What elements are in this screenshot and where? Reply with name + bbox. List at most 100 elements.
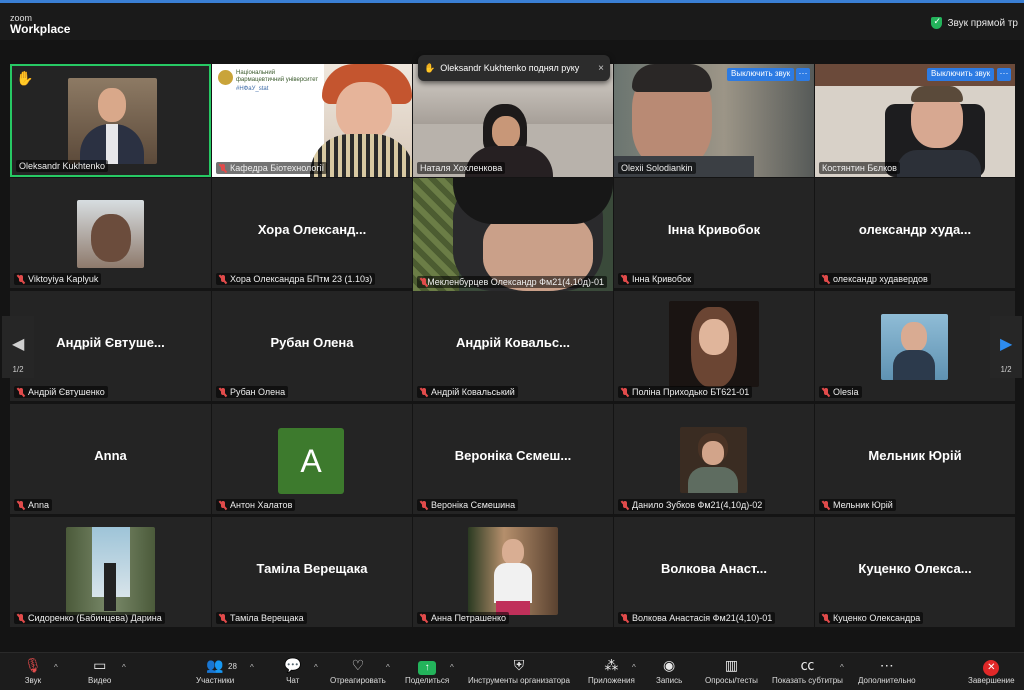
chat-label: Чат (286, 676, 300, 685)
video-camera-icon: ▭ (93, 657, 107, 673)
share-screen-icon: ↑ (405, 657, 449, 675)
host-tools-button[interactable]: ⛨ Инструменты организатора (468, 657, 570, 685)
audio-button[interactable]: 🎙 Звук (24, 657, 42, 685)
video-tile[interactable]: Данило Зубков Фм21(4,10д)-02 (614, 404, 814, 514)
video-tile[interactable]: Мельник Юрій Мельник Юрій (815, 404, 1015, 514)
chevron-up-icon[interactable]: ^ (386, 663, 390, 672)
video-tile[interactable]: Выключить звук ··· Olexii Solodiankin (614, 64, 814, 177)
video-tile[interactable]: Анна Петрашенко (413, 517, 613, 627)
polls-button[interactable]: ▥ Опросы/тесты (705, 657, 758, 685)
next-page-button[interactable]: ▶ 1/2 (990, 316, 1022, 378)
participant-name: Волкова Анастасія Фм21(4,10)-01 (618, 612, 776, 624)
audio-label: Звук (24, 676, 42, 685)
participant-photo (881, 314, 948, 380)
bar-chart-icon: ▥ (724, 657, 739, 673)
participant-display-name: Мельник Юрій (868, 448, 962, 463)
participant-display-name: Андрій Ковальс... (456, 335, 570, 350)
video-tile[interactable]: Інна Кривобок Інна Кривобок (614, 178, 814, 288)
mic-muted-icon (219, 613, 227, 623)
participant-display-name: Андрій Євтуше... (56, 335, 165, 350)
polls-label: Опросы/тесты (705, 676, 758, 685)
participant-display-name: Хора Олександ... (257, 222, 367, 237)
mute-participant-button[interactable]: Выключить звук (927, 68, 995, 81)
video-tile[interactable]: ✋ Oleksandr Kukhtenko (10, 64, 211, 177)
raised-hand-icon: ✋ (16, 70, 34, 86)
participant-name: Інна Кривобок (618, 273, 695, 285)
end-meeting-button[interactable]: ✕ Завершение (968, 657, 1015, 685)
mic-muted-icon (17, 387, 25, 397)
video-label: Видео (88, 676, 112, 685)
previous-page-button[interactable]: ◀ 1/2 (2, 316, 34, 378)
chat-button[interactable]: 💬 Чат (284, 657, 301, 685)
chevron-up-icon[interactable]: ^ (250, 663, 254, 672)
video-tile[interactable]: Сидоренко (Бабинцева) Дарина (10, 517, 211, 627)
audio-status[interactable]: Звук прямой тр (931, 16, 1018, 29)
shared-slide-video: Національний фармацевтичний університет … (212, 64, 412, 177)
participant-photo (66, 527, 155, 615)
mic-muted-icon (621, 387, 629, 397)
chevron-up-icon[interactable]: ^ (840, 663, 844, 672)
record-icon: ◉ (663, 657, 676, 673)
video-tile[interactable]: Вероніка Сємеш... Вероніка Сємешина (413, 404, 613, 514)
participant-name: Наталя Хохленкова (417, 162, 506, 174)
chevron-up-icon[interactable]: ^ (632, 663, 636, 672)
participant-name: Таміла Верещака (216, 612, 307, 624)
video-tile[interactable]: Андрій Євтуше... Андрій Євтушенко (10, 291, 211, 401)
record-button[interactable]: ◉ Запись (656, 657, 682, 685)
chevron-right-icon: ▶ (1000, 336, 1013, 353)
page-indicator: 1/2 (1000, 365, 1012, 374)
video-tile[interactable]: Выключить звук ··· Костянтин Бєлков (815, 64, 1015, 177)
video-tile[interactable]: Anna Anna (10, 404, 211, 514)
mic-muted-icon (420, 387, 428, 397)
more-button[interactable]: ⋯ Дополнительно (858, 657, 916, 685)
video-tile[interactable]: Хора Олександ... Хора Олександра БПтм 23… (212, 178, 412, 288)
chevron-up-icon[interactable]: ^ (54, 663, 58, 672)
mic-muted-icon: 🎙 (24, 657, 42, 673)
participant-name: Oleksandr Kukhtenko (16, 160, 109, 172)
more-options-button[interactable]: ··· (796, 68, 810, 81)
video-tile[interactable]: Волкова Анаст... Волкова Анастасія Фм21(… (614, 517, 814, 627)
mute-participant-button[interactable]: Выключить звук (727, 68, 795, 81)
gallery-view: ✋ Oleksandr Kukhtenko Національний фарма… (0, 40, 1024, 652)
participant-name: Андрій Ковальський (417, 386, 518, 398)
mic-muted-icon (219, 163, 227, 173)
video-button[interactable]: ▭ Видео (88, 657, 111, 685)
chevron-up-icon[interactable]: ^ (122, 663, 126, 672)
video-tile[interactable]: A Антон Халатов (212, 404, 412, 514)
video-tile[interactable]: Куценко Олекса... Куценко Олександра (815, 517, 1015, 627)
chevron-up-icon[interactable]: ^ (450, 663, 454, 672)
title-bar: zoom Workplace Звук прямой тр (0, 0, 1024, 40)
participant-photo (680, 427, 747, 493)
mic-muted-icon (822, 613, 830, 623)
apps-button[interactable]: ⁂ Приложения (588, 657, 635, 685)
participants-label: Участники (196, 676, 235, 685)
end-label: Завершение (968, 676, 1015, 685)
video-tile[interactable]: Національний фармацевтичний університет … (212, 64, 412, 177)
participant-display-name: олександр худа... (858, 222, 972, 237)
more-label: Дополнительно (858, 676, 916, 685)
participant-name: Anna (14, 499, 53, 511)
captions-button[interactable]: ㏄ Показать субтитры (772, 657, 843, 685)
apps-icon: ⁂ (604, 657, 619, 673)
video-tile[interactable]: Рубан Олена Рубан Олена (212, 291, 412, 401)
captions-label: Показать субтитры (772, 676, 843, 685)
raise-hand-notification: ✋ Oleksandr Kukhtenko поднял руку × (418, 55, 610, 81)
reactions-button[interactable]: ♡ Отреагировать (330, 657, 386, 685)
mic-muted-icon (822, 387, 830, 397)
avatar: A (278, 428, 344, 494)
video-tile[interactable]: Viktoyiya Kaplyuk (10, 178, 211, 288)
video-tile[interactable]: Мекленбурцев Олександр Фм21(4.10д)-01 (413, 178, 613, 291)
chevron-up-icon[interactable]: ^ (314, 663, 318, 672)
share-screen-button[interactable]: ↑ Поделиться (405, 657, 449, 685)
university-seal-icon (218, 70, 233, 85)
video-tile[interactable]: Olesia (815, 291, 1015, 401)
video-tile[interactable]: Андрій Ковальс... Андрій Ковальський (413, 291, 613, 401)
video-tile[interactable]: олександр худа... олександр худавердов (815, 178, 1015, 288)
more-options-button[interactable]: ··· (997, 68, 1011, 81)
participant-video (413, 178, 613, 291)
close-notification-button[interactable]: × (598, 63, 604, 74)
participant-name: Куценко Олександра (819, 612, 924, 624)
video-tile[interactable]: Поліна Приходько БТ621-01 (614, 291, 814, 401)
video-tile[interactable]: Таміла Верещака Таміла Верещака (212, 517, 412, 627)
mic-muted-icon (420, 500, 428, 510)
